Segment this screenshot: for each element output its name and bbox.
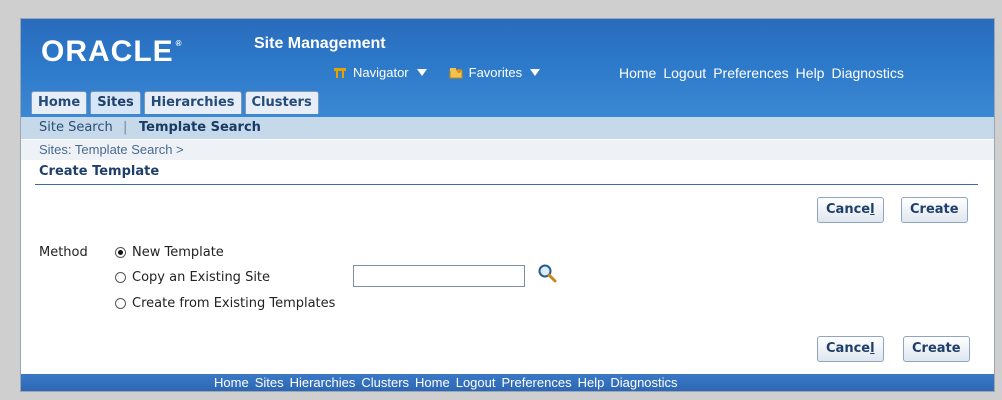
radio-label: Create from Existing Templates [132, 296, 336, 311]
search-icon[interactable] [536, 263, 558, 283]
radio-copy-existing-site[interactable]: Copy an Existing Site [115, 270, 270, 285]
main-tabs: Home Sites Hierarchies Clusters [31, 91, 319, 114]
footer-link-hierarchies[interactable]: Hierarchies [290, 374, 356, 391]
logo-mark: ® [175, 39, 183, 48]
subtab-separator: | [123, 120, 128, 135]
footer-link-home[interactable]: Home [214, 374, 249, 391]
cancel-label: Cance [826, 341, 871, 356]
title-divider [35, 184, 978, 185]
radio-new-template[interactable]: New Template [115, 245, 224, 260]
radio-label: New Template [132, 245, 224, 260]
cancel-button-bottom[interactable]: Cancel [817, 336, 884, 362]
global-link-home[interactable]: Home [619, 65, 656, 81]
breadcrumb: Sites: Template Search > [21, 140, 994, 160]
subtab-template-search[interactable]: Template Search [139, 120, 261, 135]
top-menu: Navigator Favorites [333, 65, 541, 80]
footer-links: Home Sites Hierarchies Clusters Home Log… [214, 374, 678, 391]
navigator-menu[interactable]: Navigator [333, 65, 427, 80]
navigator-label: Navigator [353, 65, 409, 80]
global-link-help[interactable]: Help [796, 65, 825, 81]
footer-link-help[interactable]: Help [578, 374, 605, 391]
radio-label: Copy an Existing Site [132, 270, 271, 285]
navigator-icon [334, 67, 346, 78]
footer-link-logout[interactable]: Logout [456, 374, 496, 391]
header-bar: ORACLE ® Site Management Navigator Favor… [21, 19, 994, 117]
tab-clusters[interactable]: Clusters [244, 91, 319, 114]
chevron-down-icon [530, 69, 541, 76]
create-button-bottom[interactable]: Create [903, 336, 970, 362]
favorites-label: Favorites [468, 65, 523, 80]
radio-create-from-templates[interactable]: Create from Existing Templates [115, 296, 335, 311]
footer-bar: Home Sites Hierarchies Clusters Home Log… [21, 374, 994, 391]
cancel-label: Cance [826, 202, 871, 217]
create-button-top[interactable]: Create [901, 197, 968, 223]
breadcrumb-link[interactable]: Sites: Template Search > [39, 142, 184, 157]
favorites-menu[interactable]: Favorites [449, 65, 541, 80]
footer-link-preferences[interactable]: Preferences [501, 374, 571, 391]
cancel-access-key: l [870, 341, 875, 356]
page-title: Create Template [39, 164, 160, 179]
app-title: Site Management [254, 35, 386, 52]
chevron-down-icon [416, 69, 427, 76]
tab-sites[interactable]: Sites [90, 91, 141, 114]
footer-link-clusters[interactable]: Clusters [361, 374, 409, 391]
subtab-bar: Site Search | Template Search [21, 117, 994, 139]
global-link-preferences[interactable]: Preferences [713, 65, 788, 81]
cancel-button-top[interactable]: Cancel [817, 197, 884, 223]
subtab-site-search[interactable]: Site Search [39, 120, 113, 135]
favorites-folder-icon [449, 67, 463, 78]
radio-button-selected[interactable] [115, 247, 126, 258]
existing-site-input[interactable] [353, 265, 525, 287]
footer-link-home-2[interactable]: Home [415, 374, 450, 391]
cancel-access-key: l [870, 202, 875, 217]
radio-button[interactable] [115, 298, 126, 309]
oracle-logo: ORACLE ® [41, 35, 183, 69]
method-label: Method [39, 245, 88, 260]
global-link-logout[interactable]: Logout [663, 65, 706, 81]
footer-link-diagnostics[interactable]: Diagnostics [610, 374, 677, 391]
radio-button[interactable] [115, 272, 126, 283]
tab-hierarchies[interactable]: Hierarchies [143, 91, 242, 114]
global-links: Home Logout Preferences Help Diagnostics [619, 65, 904, 81]
global-link-diagnostics[interactable]: Diagnostics [831, 65, 903, 81]
logo-text: ORACLE [41, 35, 174, 68]
app-frame: ORACLE ® Site Management Navigator Favor… [20, 18, 995, 392]
footer-link-sites[interactable]: Sites [255, 374, 284, 391]
tab-home[interactable]: Home [31, 91, 88, 114]
